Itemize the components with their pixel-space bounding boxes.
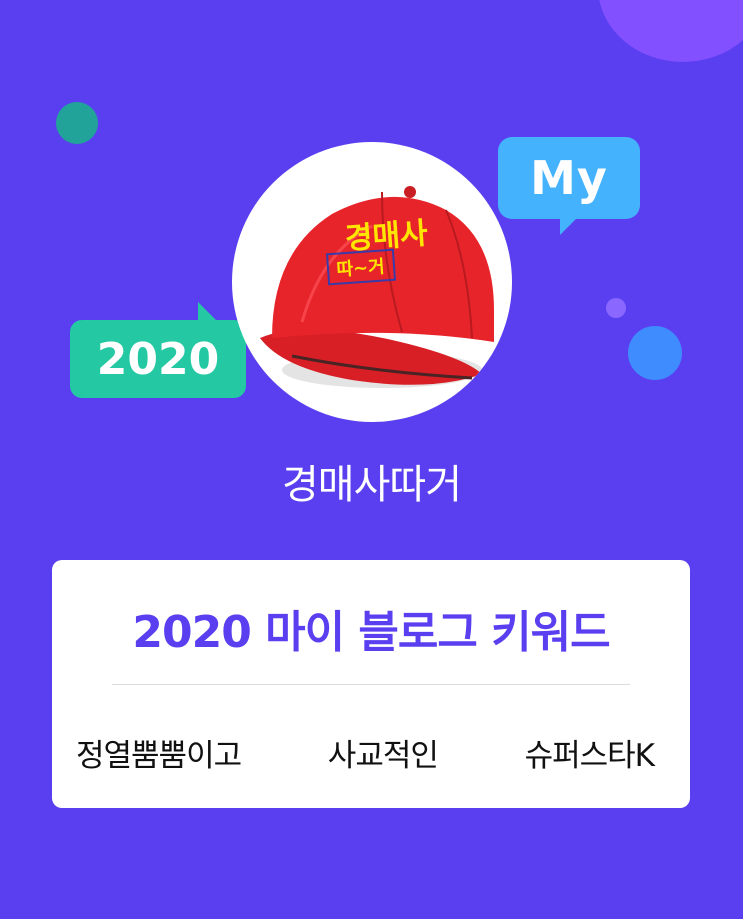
decorative-circle [56, 102, 98, 144]
bubble-tail [198, 302, 216, 320]
year-speech-bubble: 2020 [70, 302, 246, 398]
keyword-card: 2020 마이 블로그 키워드 정열뿜뿜이고 사교적인 슈퍼스타K [52, 560, 690, 808]
card-title: 2020 마이 블로그 키워드 [132, 607, 610, 658]
bubble-tail [560, 217, 578, 235]
my-speech-bubble: My [498, 137, 640, 235]
red-cap-image: 경매사 따~거 [260, 186, 494, 388]
cap-text-bottom: 따~거 [336, 256, 386, 280]
profile-nickname: 경매사따거 [282, 462, 462, 508]
keyword-list: 정열뿜뿜이고 사교적인 슈퍼스타K [52, 730, 690, 775]
decorative-circle [606, 298, 626, 318]
year-bubble-label: 2020 [96, 333, 220, 385]
decorative-circle [598, 0, 743, 62]
my-bubble-label: My [530, 151, 608, 205]
avatar: 경매사 따~거 [232, 142, 512, 422]
keyword-item: 슈퍼스타K [524, 738, 655, 774]
keyword-item: 정열뿜뿜이고 [76, 738, 242, 774]
keyword-item: 사교적인 [327, 738, 439, 774]
decorative-circle [628, 326, 682, 380]
divider [112, 684, 630, 685]
